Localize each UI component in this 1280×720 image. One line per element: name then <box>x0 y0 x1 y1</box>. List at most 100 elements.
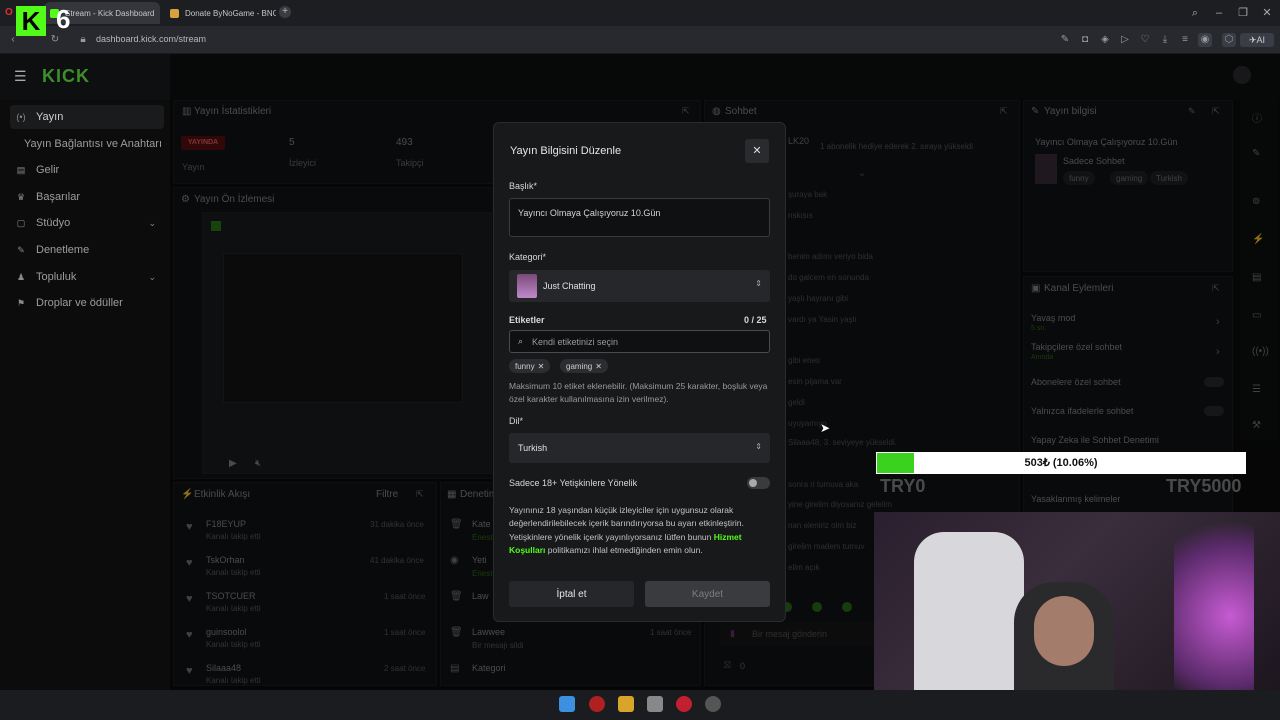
play-icon[interactable]: ▷ <box>1118 33 1132 47</box>
extensions-icon[interactable]: ⬡ <box>1222 33 1236 47</box>
donation-max-label: TRY5000 <box>1166 476 1242 496</box>
tags-input[interactable]: ⌕ Kendi etiketinizi seçin <box>509 330 770 353</box>
select-arrows-icon: ⇕ <box>755 279 762 288</box>
opera-logo-icon[interactable]: O <box>5 7 13 18</box>
sidebar-item-label: Droplar ve ödüller <box>36 297 123 309</box>
sidebar-item-label: Yayın Bağlantısı ve Anahtarı <box>24 138 162 150</box>
ai-label: AI <box>1256 35 1266 45</box>
new-tab-button[interactable]: + <box>279 6 291 18</box>
search-icon: ⌕ <box>518 336 524 346</box>
close-window-icon[interactable]: ✕ <box>1258 4 1276 22</box>
language-select[interactable]: Turkish ⇕ <box>509 433 770 463</box>
sidebar-item-label: Denetleme <box>36 244 90 256</box>
search-tabs-icon[interactable]: ⌕ <box>1186 4 1204 22</box>
media-taskbar-icon[interactable] <box>676 696 692 712</box>
category-select[interactable]: Just Chatting ⇕ <box>509 270 770 302</box>
taskbar <box>0 690 1280 720</box>
broadcast-icon: (•) <box>16 112 26 122</box>
revenue-icon: ▤ <box>16 164 26 175</box>
donation-progress-text: 503₺ (10.06%) <box>1024 457 1098 469</box>
studio-icon: ▢ <box>16 217 26 228</box>
cancel-button[interactable]: İptal et <box>509 581 634 607</box>
edit-icon[interactable]: ✎ <box>1058 33 1072 47</box>
category-value: Just Chatting <box>543 281 596 291</box>
tag-chip-gaming[interactable]: gaming ✕ <box>560 359 608 373</box>
adult-content-label: Sadece 18+ Yetişkinlere Yönelik <box>509 478 638 488</box>
trophy-icon: ♛ <box>16 191 26 202</box>
gift-icon: ⚑ <box>16 297 26 308</box>
sidebar-item-label: Topluluk <box>36 271 77 283</box>
community-icon: ♟ <box>16 271 26 282</box>
sidebar-item-topluluk[interactable]: ♟ Topluluk ⌄ <box>10 265 164 289</box>
wrench-icon: ✎ <box>17 244 25 255</box>
title-field-label: Başlık* <box>509 181 538 191</box>
sidebar-item-droplar[interactable]: ⚑ Droplar ve ödüller <box>10 291 164 315</box>
sidebar-item-yayin[interactable]: (•) Yayın <box>10 105 164 129</box>
sidebar-item-studyo[interactable]: ▢ Stüdyo ⌄ <box>10 211 164 235</box>
file-explorer-icon[interactable] <box>618 696 634 712</box>
camera-icon[interactable]: ◘ <box>1078 33 1092 47</box>
tab-label: Donate ByNoGame - BNG <box>185 8 276 18</box>
hamburger-menu-icon[interactable]: ☰ <box>14 68 27 85</box>
language-label: Dil* <box>509 416 524 426</box>
tag-label: funny <box>515 361 535 371</box>
profile-icon[interactable]: ◉ <box>1198 33 1212 47</box>
disclaimer-text: Yayınınız 18 yaşından küçük izleyiciler … <box>509 505 744 542</box>
bng-favicon-icon <box>170 8 179 18</box>
sidebar-item-label: Başarılar <box>36 191 81 203</box>
title-field[interactable]: Yayıncı Olmaya Çalışıyoruz 10.Gün <box>509 198 770 237</box>
category-field-label: Kategori* <box>509 252 547 262</box>
adult-content-disclaimer: Yayınınız 18 yaşından küçük izleyiciler … <box>509 504 771 558</box>
opera-taskbar-icon[interactable] <box>589 696 605 712</box>
modal-title: Yayın Bilgisini Düzenle <box>510 145 622 157</box>
tag-label: gaming <box>566 361 593 371</box>
kick-k-overlay: K <box>16 6 46 36</box>
close-icon[interactable]: ✕ <box>745 139 769 163</box>
maximize-icon[interactable]: ❐ <box>1234 4 1252 22</box>
webcam-feed <box>874 512 1280 720</box>
menu-icon[interactable]: ≡ <box>1178 33 1192 47</box>
shield-icon[interactable]: ◈ <box>1098 33 1112 47</box>
reload-icon[interactable]: ↻ <box>48 33 62 47</box>
sidebar-item-basarilar[interactable]: ♛ Başarılar <box>10 185 164 209</box>
purple-light <box>1174 512 1254 720</box>
browser-tab-donate[interactable]: Donate ByNoGame - BNG <box>164 2 276 24</box>
tags-placeholder: Kendi etiketinizi seçin <box>532 337 619 347</box>
save-button[interactable]: Kaydet <box>645 581 770 607</box>
ai-button[interactable]: ✈AI <box>1240 33 1274 47</box>
select-arrows-icon: ⇕ <box>755 442 762 451</box>
heart-icon[interactable]: ♡ <box>1138 33 1152 47</box>
tags-count: 0 / 25 <box>744 315 767 325</box>
minimize-icon[interactable]: – <box>1210 4 1228 22</box>
face <box>1034 596 1094 666</box>
app-taskbar-icon[interactable] <box>647 696 663 712</box>
download-icon[interactable]: ⤓ <box>1158 33 1172 47</box>
title-field-value: Yayıncı Olmaya Çalışıyoruz 10.Gün <box>518 208 661 218</box>
language-value: Turkish <box>518 443 548 453</box>
toggle-knob <box>749 479 757 487</box>
tab-label: Stream - Kick Dashboard <box>65 8 155 18</box>
disclaimer-text: politikamızı ihlal etmediğinden emin olu… <box>545 545 703 556</box>
remove-tag-icon[interactable]: ✕ <box>595 362 602 371</box>
adult-content-toggle[interactable] <box>747 477 770 489</box>
category-thumbnail <box>517 274 537 298</box>
mouse-cursor-icon: ➤ <box>820 421 831 435</box>
donation-min-label: TRY0 <box>880 476 926 496</box>
sidebar-item-gelir[interactable]: ▤ Gelir <box>10 158 164 182</box>
obs-taskbar-icon[interactable] <box>705 696 721 712</box>
tags-label: Etiketler <box>509 315 545 325</box>
sidebar-item-denetleme[interactable]: ✎ Denetleme <box>10 238 164 262</box>
tag-chip-funny[interactable]: funny ✕ <box>509 359 551 373</box>
kick-logo[interactable]: KICK <box>42 66 90 87</box>
windows-start-icon[interactable] <box>559 696 575 712</box>
sidebar-item-label: Gelir <box>36 164 60 176</box>
chevron-down-icon: ⌄ <box>148 217 156 228</box>
url-field[interactable]: dashboard.kick.com/stream <box>96 34 206 44</box>
chevron-down-icon: ⌄ <box>148 271 156 282</box>
sidebar-item-label: Stüdyo <box>36 217 71 229</box>
tags-help-text: Maksimum 10 etiket eklenebilir. (Maksimu… <box>509 381 768 404</box>
lock-icon: 🔒︎ <box>80 34 86 45</box>
sidebar-item-stream-key[interactable]: Yayın Bağlantısı ve Anahtarı <box>10 132 164 156</box>
sidebar-item-label: Yayın <box>36 111 64 123</box>
remove-tag-icon[interactable]: ✕ <box>538 362 545 371</box>
